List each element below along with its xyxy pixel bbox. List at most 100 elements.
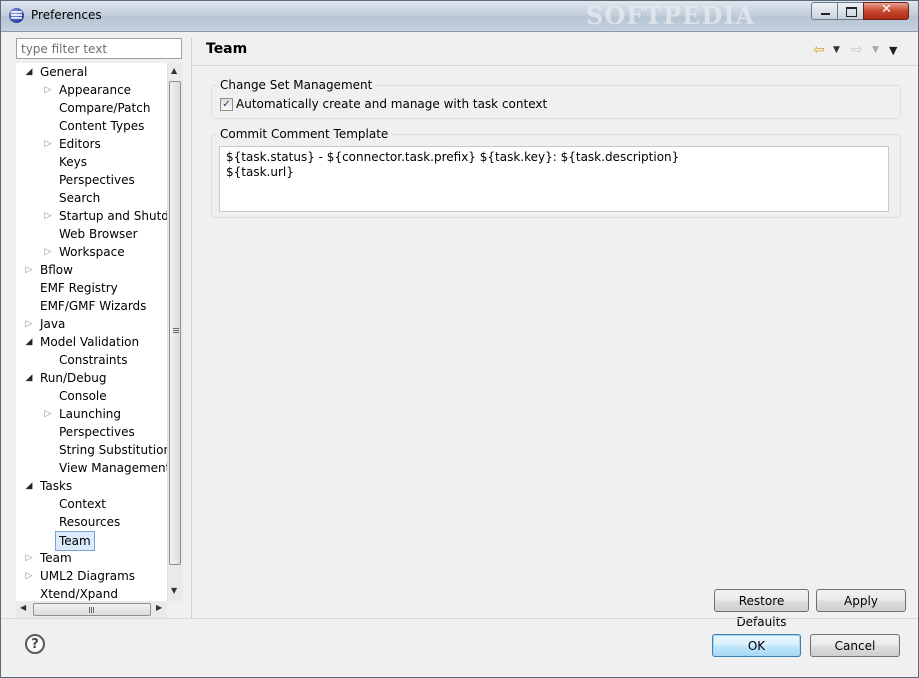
tree-item-label: Console [59, 389, 107, 403]
tree-horizontal-scrollbar[interactable]: ◀ ▶ [16, 601, 167, 618]
check-icon: ✓ [222, 99, 231, 110]
tree-twisty-closed-icon[interactable]: ▷ [24, 549, 34, 567]
tree-item-label: Run/Debug [40, 371, 107, 385]
tree-item[interactable]: ▷ Java [16, 315, 182, 333]
tree-item[interactable]: ◢ Model Validation [16, 333, 182, 351]
restore-defaults-button[interactable]: Restore Defaults [714, 589, 809, 629]
tree-item[interactable]: ◢ Tasks [16, 477, 182, 495]
tree-twisty-closed-icon[interactable]: ▷ [43, 135, 53, 153]
tree-item-label: EMF Registry [40, 281, 118, 295]
horizontal-scroll-thumb[interactable] [33, 603, 151, 616]
tree-twisty-closed-icon[interactable]: ▷ [24, 315, 34, 333]
tree-item-label: Bflow [40, 263, 73, 277]
tree-item[interactable]: ▷ Appearance [16, 81, 182, 99]
scroll-right-icon[interactable]: ▶ [156, 603, 162, 612]
apply-button[interactable]: Apply [816, 589, 906, 612]
tree-item[interactable]: ◢ General [16, 63, 182, 81]
tree-item[interactable]: ▷ Team [16, 549, 182, 567]
tree-item-label: Tasks [40, 479, 73, 493]
tree-twisty-closed-icon[interactable]: ▷ [43, 207, 53, 225]
tree-twisty-open-icon[interactable]: ◢ [24, 477, 34, 495]
view-menu-icon[interactable]: ▼ [889, 44, 897, 57]
cancel-button[interactable]: Cancel [810, 634, 900, 657]
tree-item[interactable]: ▷ Workspace [16, 243, 182, 261]
tree-item[interactable]: ▷ Bflow [16, 261, 182, 279]
back-arrow-icon[interactable]: ⇦ [813, 42, 825, 58]
tree-item[interactable]: EMF Registry [16, 279, 182, 297]
change-set-group-label: Change Set Management [217, 78, 376, 92]
auto-task-context-checkbox[interactable]: ✓ [220, 98, 233, 111]
close-button[interactable]: ✕ [863, 2, 909, 20]
scroll-left-icon[interactable]: ◀ [20, 603, 26, 612]
tree-item-label: Team [40, 551, 72, 565]
tree-item[interactable]: ◢ Run/Debug [16, 369, 182, 387]
tree-item[interactable]: View Management [16, 459, 182, 477]
tree-item[interactable]: ▷ Editors [16, 135, 182, 153]
tree-item[interactable]: Perspectives [16, 171, 182, 189]
maximize-button[interactable] [837, 2, 864, 20]
vertical-scroll-thumb[interactable] [169, 81, 181, 565]
tree-twisty-open-icon[interactable]: ◢ [24, 369, 34, 387]
title-bar[interactable]: Preferences SOFTPEDIA ✕ [1, 1, 918, 32]
tree-twisty-closed-icon[interactable]: ▷ [43, 243, 53, 261]
tree-item[interactable]: Search [16, 189, 182, 207]
auto-task-context-label[interactable]: Automatically create and manage with tas… [236, 97, 547, 111]
tree-item[interactable]: String Substitution [16, 441, 182, 459]
tree-item[interactable]: ▷ Launching [16, 405, 182, 423]
tree-twisty-closed-icon[interactable]: ▷ [43, 81, 53, 99]
close-icon: ✕ [881, 2, 892, 17]
scroll-corner [167, 601, 182, 618]
scroll-up-icon[interactable]: ▲ [171, 66, 177, 75]
tree-twisty-open-icon[interactable]: ◢ [24, 333, 34, 351]
minimize-button[interactable] [811, 2, 838, 20]
filter-input[interactable] [16, 38, 182, 59]
tree-item[interactable]: Resources [16, 513, 182, 531]
tree-twisty-closed-icon[interactable]: ▷ [24, 261, 34, 279]
forward-dropdown-icon[interactable]: ▼ [872, 45, 879, 55]
tree-item[interactable]: Context [16, 495, 182, 513]
tree-item-label: Constraints [59, 353, 128, 367]
tree-vertical-scrollbar[interactable]: ▲ ▼ [167, 63, 183, 601]
commit-template-group-label: Commit Comment Template [217, 127, 392, 141]
ok-button[interactable]: OK [712, 634, 801, 657]
scroll-down-icon[interactable]: ▼ [171, 586, 177, 595]
back-dropdown-icon[interactable]: ▼ [833, 45, 840, 55]
tree-item[interactable]: EMF/GMF Wizards [16, 297, 182, 315]
tree-item-label: Team [55, 531, 95, 551]
maximize-icon [846, 7, 857, 17]
splitter-sash[interactable] [191, 38, 192, 618]
tree-item[interactable]: Web Browser [16, 225, 182, 243]
preferences-window: Preferences SOFTPEDIA ✕ ◢ General ▷ Appeara… [0, 0, 919, 678]
tree-item-label: Search [59, 191, 101, 205]
preference-tree[interactable]: ◢ General ▷ Appearance Compare/Patch Content … [16, 63, 182, 618]
tree-item-label: Appearance [59, 83, 132, 97]
grip-icon [89, 607, 90, 613]
tree-item-label: Workspace [59, 245, 125, 259]
tree-item[interactable]: Compare/Patch [16, 99, 182, 117]
help-icon[interactable]: ? [25, 634, 45, 654]
tree-item[interactable]: Console [16, 387, 182, 405]
tree-item[interactable]: Perspectives [16, 423, 182, 441]
minimize-icon [821, 13, 830, 15]
grip-icon [173, 328, 179, 329]
tree-item[interactable]: Keys [16, 153, 182, 171]
commit-template-textarea[interactable]: ${task.status} - ${connector.task.prefix… [219, 146, 889, 212]
tree-twisty-open-icon[interactable]: ◢ [24, 63, 34, 81]
eclipse-app-icon [9, 8, 24, 23]
dialog-separator [1, 618, 918, 619]
tree-item[interactable]: ▷ Startup and Shutdov [16, 207, 182, 225]
tree-item-label: Content Types [59, 119, 145, 133]
tree-twisty-closed-icon[interactable]: ▷ [24, 567, 34, 585]
tree-item[interactable]: Content Types [16, 117, 182, 135]
tree-item-label: General [40, 65, 88, 79]
page-title: Team [206, 41, 248, 57]
forward-arrow-icon[interactable]: ⇨ [851, 42, 863, 58]
tree-twisty-closed-icon[interactable]: ▷ [43, 405, 53, 423]
tree-item-label: Resources [59, 515, 121, 529]
tree-item[interactable]: Team [16, 531, 182, 551]
tree-item[interactable]: ▷ UML2 Diagrams [16, 567, 182, 585]
tree-item[interactable]: Constraints [16, 351, 182, 369]
tree-item-label: Perspectives [59, 173, 135, 187]
window-title: Preferences [31, 8, 102, 22]
tree-item-label: View Management [59, 461, 171, 475]
